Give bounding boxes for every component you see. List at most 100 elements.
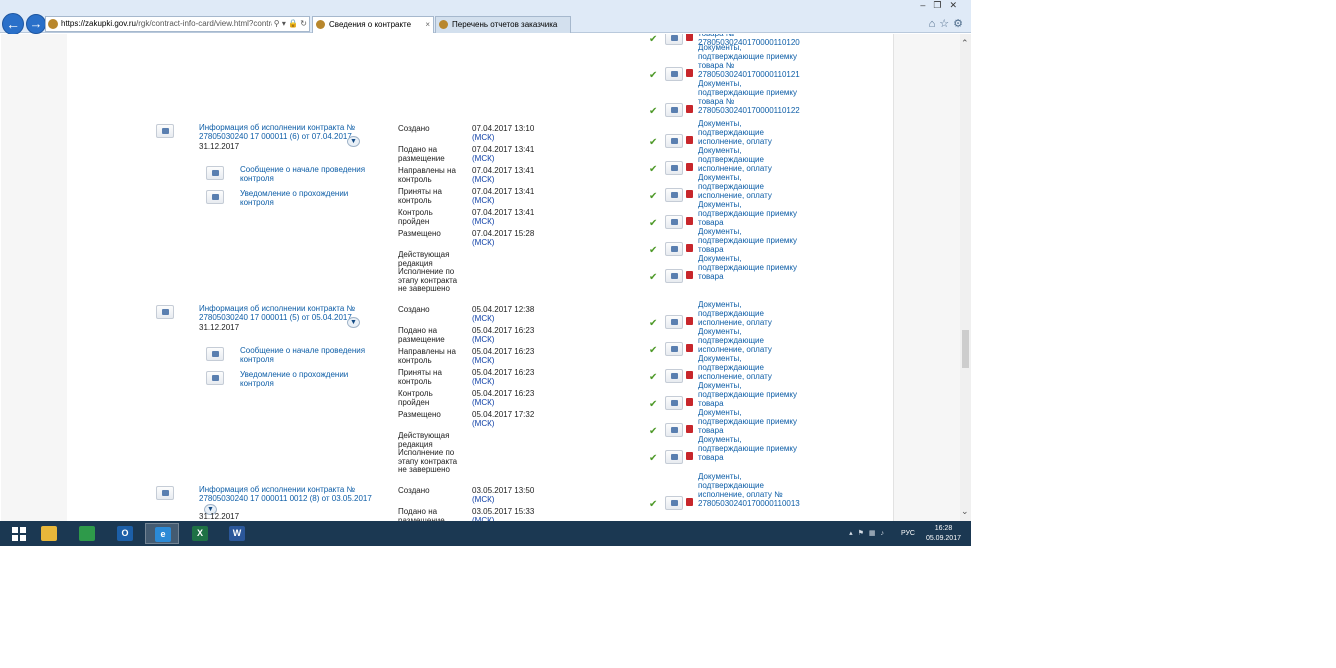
scroll-thumb[interactable] bbox=[962, 330, 969, 368]
contract-card-button[interactable] bbox=[156, 124, 174, 138]
document-link[interactable]: Документы, подтверждающие приемку товара bbox=[698, 408, 808, 435]
control-notice-link[interactable]: Сообщение о начале проведения контроля bbox=[240, 346, 370, 364]
document-card-button[interactable] bbox=[665, 315, 683, 329]
control-doc-button[interactable] bbox=[206, 166, 224, 180]
document-card-button[interactable] bbox=[665, 496, 683, 510]
pdf-icon[interactable] bbox=[686, 452, 693, 460]
tab-customer-reports[interactable]: Перечень отчетов заказчика bbox=[435, 16, 571, 33]
contract-card-button[interactable] bbox=[156, 305, 174, 319]
control-notice-link[interactable]: Уведомление о прохождении контроля bbox=[240, 189, 370, 207]
pdf-icon[interactable] bbox=[686, 69, 693, 77]
document-card-button[interactable] bbox=[665, 67, 683, 81]
pdf-icon[interactable] bbox=[686, 398, 693, 406]
document-link[interactable]: Документы, подтверждающие исполнение, опла… bbox=[698, 472, 808, 508]
chevron-up-icon[interactable]: ▴ bbox=[849, 530, 858, 537]
document-card-button[interactable] bbox=[665, 103, 683, 117]
document-link-line: подтверждающие bbox=[698, 182, 764, 191]
language-indicator[interactable]: РУС bbox=[901, 530, 915, 537]
tray-icons[interactable]: ▴⚑▦♪ bbox=[849, 529, 889, 537]
document-link[interactable]: Документы, подтверждающие приемку товара bbox=[698, 381, 808, 408]
document-link[interactable]: Документы, подтверждающие исполнение, опла… bbox=[698, 327, 808, 354]
document-link[interactable]: Документы, подтверждающие приемку товара bbox=[698, 254, 808, 281]
vertical-scrollbar[interactable]: ⌃ ⌄ bbox=[960, 34, 971, 521]
document-link[interactable]: Документы, подтверждающие исполнение, опла… bbox=[698, 173, 808, 200]
control-doc-button[interactable] bbox=[206, 371, 224, 385]
arrow-left-icon: ← bbox=[6, 16, 20, 32]
control-doc-button[interactable] bbox=[206, 190, 224, 204]
document-card-button[interactable] bbox=[665, 396, 683, 410]
chevron-down-icon[interactable]: ▼ bbox=[347, 317, 360, 328]
document-card-button[interactable] bbox=[665, 450, 683, 464]
pdf-icon[interactable] bbox=[686, 371, 693, 379]
windows-logo-part bbox=[20, 527, 26, 533]
window-controls[interactable]: –❐✕ bbox=[920, 0, 965, 11]
check-icon: ✔ bbox=[649, 245, 658, 256]
chevron-up-icon[interactable]: ⌃ bbox=[961, 38, 969, 49]
pdf-icon[interactable] bbox=[686, 317, 693, 325]
document-link-line: 27805030240170000110121 bbox=[698, 70, 800, 79]
close-icon[interactable]: ✕ bbox=[949, 0, 965, 10]
pdf-icon[interactable] bbox=[686, 163, 693, 171]
clock[interactable]: 16:28 05.09.2017 bbox=[926, 524, 961, 544]
document-card-button[interactable] bbox=[665, 242, 683, 256]
document-card-button[interactable] bbox=[665, 342, 683, 356]
document-card-button[interactable] bbox=[665, 369, 683, 383]
restore-icon[interactable]: ❐ bbox=[933, 0, 949, 10]
execution-title-link[interactable]: Информация об исполнении контракта № 2780… bbox=[199, 485, 374, 503]
minimize-icon[interactable]: – bbox=[920, 0, 933, 10]
address-bar[interactable]: https://zakupki.gov.ru/rgk/contract-info… bbox=[45, 16, 310, 32]
pdf-icon[interactable] bbox=[686, 105, 693, 113]
browser-toolbar-icons[interactable]: ⌂☆⚙ bbox=[929, 17, 967, 30]
document-link[interactable]: Документы, подтверждающие приемку товара №… bbox=[698, 43, 808, 79]
document-card-button[interactable] bbox=[665, 161, 683, 175]
pdf-icon[interactable] bbox=[686, 344, 693, 352]
document-link[interactable]: Документы, подтверждающие исполнение, опла… bbox=[698, 354, 808, 381]
address-tools[interactable]: ⚲ ▾ 🔒 ↻ bbox=[271, 17, 307, 31]
document-card-button[interactable] bbox=[665, 134, 683, 148]
taskbar-excel-button[interactable]: X bbox=[183, 523, 217, 544]
document-card-button[interactable] bbox=[665, 423, 683, 437]
chevron-down-icon[interactable]: ▼ bbox=[347, 136, 360, 147]
star-icon[interactable]: ☆ bbox=[939, 18, 953, 30]
taskbar-outlook-button[interactable]: O bbox=[108, 523, 142, 544]
taskbar-chrome-button[interactable] bbox=[70, 523, 104, 544]
document-card-button[interactable] bbox=[665, 269, 683, 283]
pdf-icon[interactable] bbox=[686, 425, 693, 433]
pdf-icon[interactable] bbox=[686, 136, 693, 144]
control-notice-link[interactable]: Сообщение о начале проведения контроля bbox=[240, 165, 370, 183]
document-link[interactable]: Документы, подтверждающие приемку товара bbox=[698, 435, 808, 462]
document-link-line: Документы, bbox=[698, 119, 742, 128]
document-link[interactable]: Документы, подтверждающие приемку товара bbox=[698, 227, 808, 254]
taskbar-word-button[interactable]: W bbox=[220, 523, 254, 544]
back-button[interactable]: ← bbox=[2, 13, 24, 35]
taskbar-internet-explorer-button[interactable]: e bbox=[145, 523, 179, 544]
flag-icon[interactable]: ⚑ bbox=[858, 530, 869, 537]
close-icon[interactable]: × bbox=[425, 17, 430, 33]
forward-button[interactable]: → bbox=[26, 14, 46, 34]
pdf-icon[interactable] bbox=[686, 217, 693, 225]
pdf-icon[interactable] bbox=[686, 271, 693, 279]
speaker-icon[interactable]: ♪ bbox=[881, 530, 890, 537]
document-card-button[interactable] bbox=[665, 34, 683, 45]
pdf-icon[interactable] bbox=[686, 190, 693, 198]
tab-contract-info[interactable]: Сведения о контракте × bbox=[312, 16, 434, 33]
pdf-icon[interactable] bbox=[686, 498, 693, 506]
document-card-button[interactable] bbox=[665, 215, 683, 229]
control-notice-link[interactable]: Уведомление о прохождении контроля bbox=[240, 370, 370, 388]
home-icon[interactable]: ⌂ bbox=[929, 18, 940, 30]
control-doc-button[interactable] bbox=[206, 347, 224, 361]
taskbar-file-explorer-button[interactable] bbox=[32, 523, 66, 544]
gear-icon[interactable]: ⚙ bbox=[953, 18, 967, 30]
document-card-button[interactable] bbox=[665, 188, 683, 202]
document-link[interactable]: Документы, подтверждающие исполнение, опла… bbox=[698, 119, 808, 146]
pdf-icon[interactable] bbox=[686, 34, 693, 41]
tab-label: Сведения о контракте bbox=[329, 20, 412, 29]
chevron-down-icon[interactable]: ⌄ bbox=[961, 506, 969, 517]
document-link[interactable]: Документы, подтверждающие исполнение, опла… bbox=[698, 300, 808, 327]
pdf-icon[interactable] bbox=[686, 244, 693, 252]
document-link[interactable]: Документы, подтверждающие приемку товара bbox=[698, 200, 808, 227]
document-link[interactable]: Документы, подтверждающие приемку товара №… bbox=[698, 79, 808, 115]
document-link[interactable]: Документы, подтверждающие исполнение, опла… bbox=[698, 146, 808, 173]
network-icon[interactable]: ▦ bbox=[869, 530, 881, 537]
contract-card-button[interactable] bbox=[156, 486, 174, 500]
